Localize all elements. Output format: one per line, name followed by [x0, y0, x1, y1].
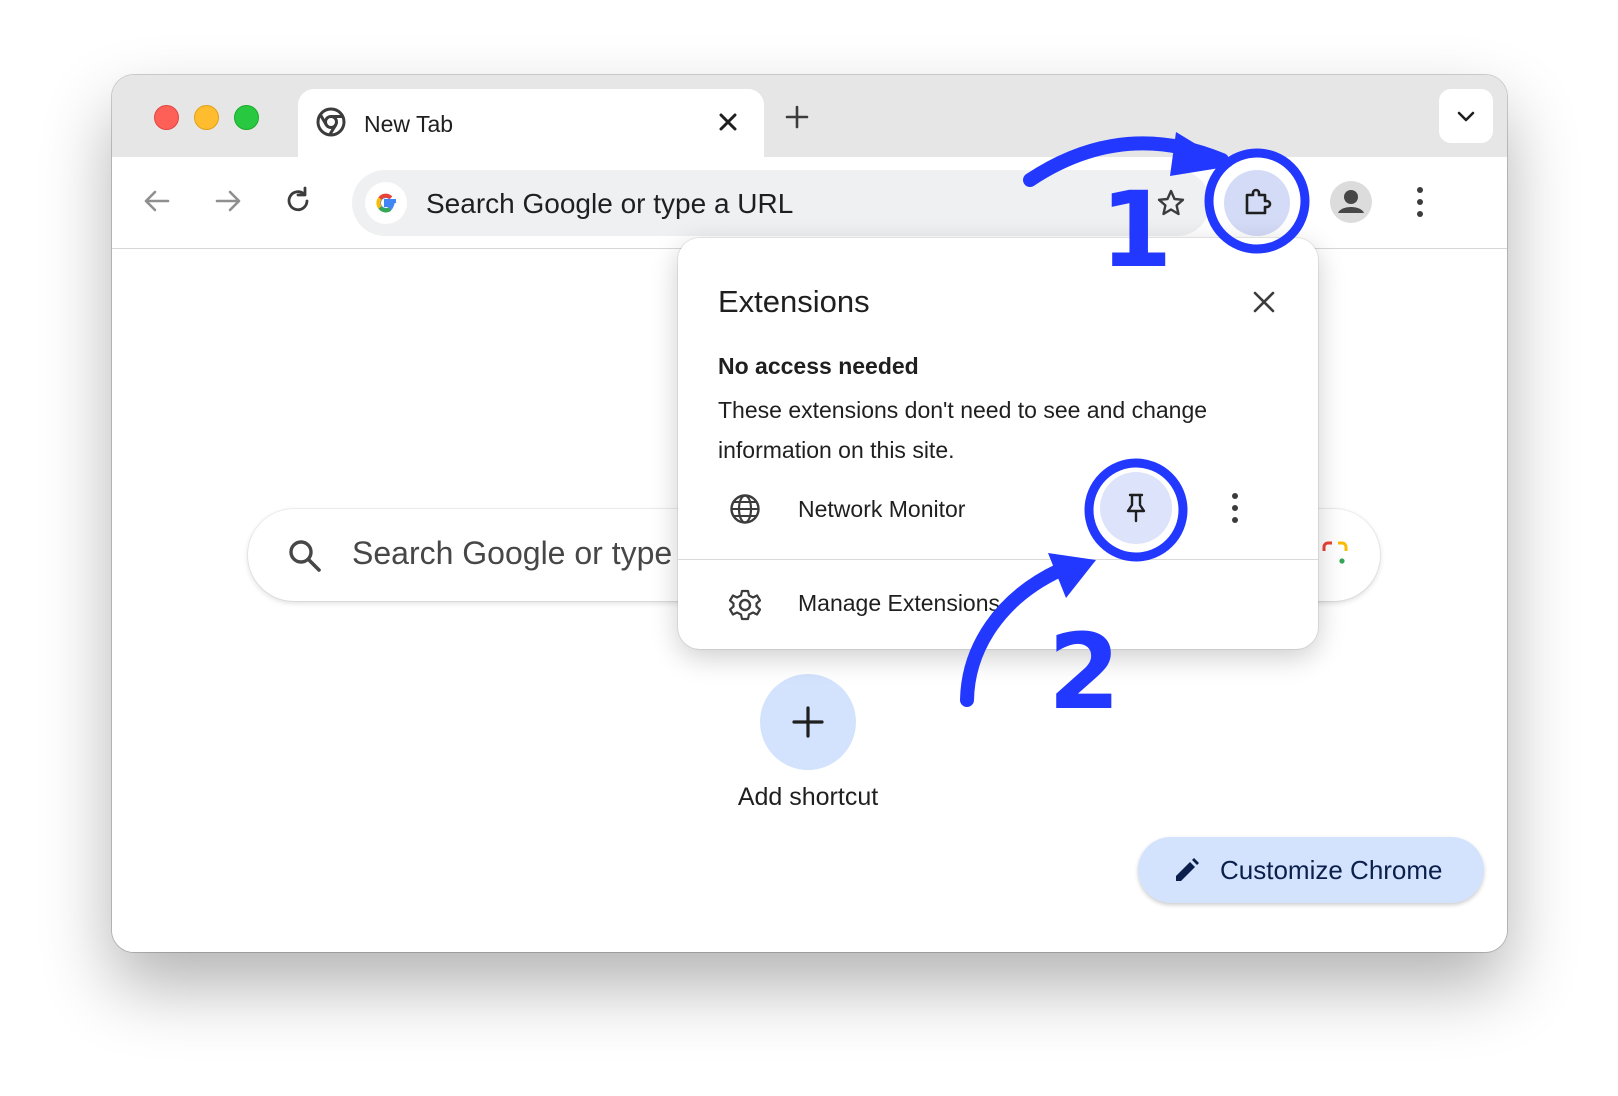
customize-chrome-button[interactable]: Customize Chrome [1138, 837, 1484, 903]
chrome-icon [316, 107, 346, 137]
step-2-label: 2 [1048, 611, 1121, 733]
extensions-popup: Extensions No access needed These extens… [678, 238, 1318, 649]
chevron-down-icon [1457, 111, 1475, 122]
popup-divider [678, 559, 1318, 560]
close-icon[interactable] [1246, 284, 1282, 320]
minimize-window-button[interactable] [194, 105, 219, 130]
plus-icon [792, 706, 824, 738]
pin-icon [1126, 493, 1146, 523]
step-1-label: 1 [1100, 169, 1173, 291]
popup-title: Extensions [718, 284, 870, 319]
globe-icon [730, 494, 760, 524]
pin-extension-button[interactable] [1100, 472, 1172, 544]
maximize-window-button[interactable] [234, 105, 259, 130]
customize-chrome-label: Customize Chrome [1220, 855, 1443, 885]
gear-icon [728, 589, 762, 621]
manage-extensions-link[interactable]: Manage Extensions [798, 590, 1000, 617]
reload-icon[interactable] [278, 181, 318, 221]
close-window-button[interactable] [154, 105, 179, 130]
google-g-icon [376, 193, 396, 213]
tab-title: New Tab [364, 111, 454, 137]
search-icon [289, 540, 321, 572]
extension-name[interactable]: Network Monitor [798, 496, 965, 523]
google-badge [365, 182, 407, 224]
back-arrow-icon[interactable] [137, 181, 177, 221]
puzzle-icon [1245, 188, 1272, 215]
section-description: These extensions don't need to see and c… [718, 397, 1208, 463]
forward-arrow-icon[interactable] [208, 181, 248, 221]
tab-search-button[interactable] [1439, 89, 1493, 143]
section-heading: No access needed [718, 353, 919, 379]
close-icon[interactable] [712, 106, 744, 138]
add-shortcut-label: Add shortcut [737, 783, 879, 811]
extensions-button[interactable] [1224, 170, 1290, 236]
address-bar-placeholder: Search Google or type a URL [426, 188, 794, 219]
kebab-menu-icon[interactable] [1402, 182, 1438, 222]
pencil-icon [1176, 858, 1199, 881]
lens-icon[interactable] [1320, 539, 1350, 569]
ntp-search-placeholder: Search Google or type [352, 535, 673, 571]
plus-icon[interactable] [780, 100, 814, 134]
toolbar: Search Google or type a URL [112, 157, 1507, 249]
tab-new-tab[interactable]: New Tab [298, 89, 764, 159]
add-shortcut-button[interactable] [760, 674, 856, 770]
tab-strip: New Tab [112, 75, 1507, 159]
address-bar[interactable]: Search Google or type a URL [352, 170, 1210, 236]
profile-icon[interactable] [1328, 179, 1374, 225]
kebab-menu-icon[interactable] [1220, 488, 1250, 528]
